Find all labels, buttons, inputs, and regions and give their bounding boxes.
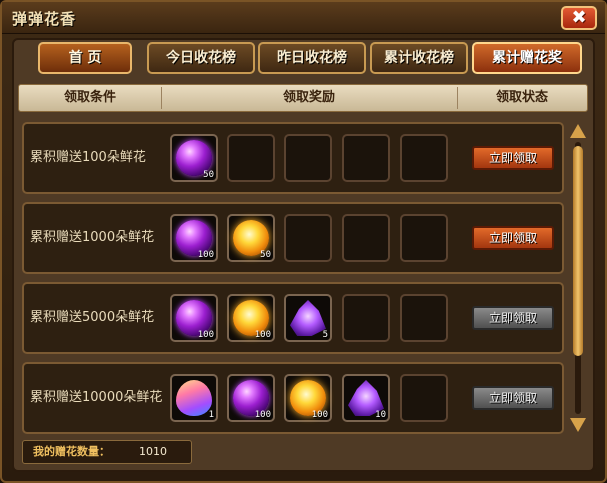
header-condition: 领取条件	[63, 90, 116, 105]
tab-total-ranking[interactable]: 累计收花榜	[370, 42, 468, 74]
empty-slot	[284, 214, 332, 262]
reward-slot[interactable]: 100	[284, 374, 332, 422]
window-title: 弹弹花香	[12, 10, 77, 28]
flower-count-value: 1010	[139, 445, 167, 458]
reward-condition: 累积赠送1000朵鲜花	[30, 230, 155, 245]
empty-slot	[400, 214, 448, 262]
reward-slot[interactable]: 5	[284, 294, 332, 342]
header-reward: 领取奖励	[282, 90, 335, 105]
reward-row: 累积赠送5000朵鲜花 100 100 5 立即领取	[22, 282, 564, 354]
claim-button[interactable]: 立即领取	[472, 306, 554, 330]
claim-button[interactable]: 立即领取	[472, 386, 554, 410]
empty-slot	[342, 294, 390, 342]
scroll-down-icon[interactable]	[570, 418, 586, 432]
tab-total-gift-reward[interactable]: 累计赠花奖	[472, 42, 582, 74]
reward-condition: 累积赠送5000朵鲜花	[30, 310, 155, 325]
reward-slot[interactable]: 10	[342, 374, 390, 422]
reward-slot[interactable]: 100	[227, 374, 275, 422]
reward-row: 累积赠送1000朵鲜花 100 50 立即领取	[22, 202, 564, 274]
item-quantity: 100	[311, 410, 328, 420]
item-quantity: 50	[260, 250, 271, 260]
claim-button[interactable]: 立即领取	[472, 226, 554, 250]
item-quantity: 100	[197, 330, 214, 340]
flower-count-label: 我的赠花数量：	[33, 445, 110, 458]
item-quantity: 100	[254, 410, 271, 420]
tab-yesterday-ranking[interactable]: 昨日收花榜	[258, 42, 366, 74]
empty-slot	[400, 374, 448, 422]
reward-row: 累积赠送10000朵鲜花 1 100 100 10 立即领取	[22, 362, 564, 434]
purple-crystal-icon	[290, 300, 326, 336]
rainbow-egg-icon	[176, 380, 212, 416]
empty-slot	[342, 214, 390, 262]
reward-condition: 累积赠送10000朵鲜花	[30, 390, 163, 405]
item-quantity: 5	[322, 330, 328, 340]
item-quantity: 100	[197, 250, 214, 260]
item-quantity: 100	[254, 330, 271, 340]
empty-slot	[342, 134, 390, 182]
scrollbar[interactable]	[568, 122, 588, 434]
scroll-thumb[interactable]	[573, 146, 583, 356]
claim-button[interactable]: 立即领取	[472, 146, 554, 170]
item-quantity: 10	[375, 410, 386, 420]
empty-slot	[400, 134, 448, 182]
tab-today-ranking[interactable]: 今日收花榜	[147, 42, 255, 74]
close-button[interactable]: ✖	[561, 6, 597, 30]
flower-count-box: 我的赠花数量： 1010	[22, 440, 192, 464]
reward-slot[interactable]: 100	[170, 294, 218, 342]
empty-slot	[284, 134, 332, 182]
reward-slot[interactable]: 100	[227, 294, 275, 342]
reward-slot[interactable]: 50	[170, 134, 218, 182]
reward-slot[interactable]: 50	[227, 214, 275, 262]
title-bar: 弹弹花香 ✖	[2, 2, 605, 34]
item-quantity: 50	[203, 170, 214, 180]
empty-slot	[227, 134, 275, 182]
reward-row: 累积赠送100朵鲜花 50 立即领取	[22, 122, 564, 194]
tab-home[interactable]: 首 页	[38, 42, 132, 74]
reward-slot[interactable]: 1	[170, 374, 218, 422]
scroll-up-icon[interactable]	[570, 124, 586, 138]
close-icon: ✖	[571, 7, 587, 28]
empty-slot	[400, 294, 448, 342]
header-status: 领取状态	[495, 90, 548, 105]
reward-condition: 累积赠送100朵鲜花	[30, 150, 146, 165]
table-header: 领取条件 领取奖励 领取状态	[18, 84, 588, 112]
item-quantity: 1	[208, 410, 214, 420]
reward-slot[interactable]: 100	[170, 214, 218, 262]
